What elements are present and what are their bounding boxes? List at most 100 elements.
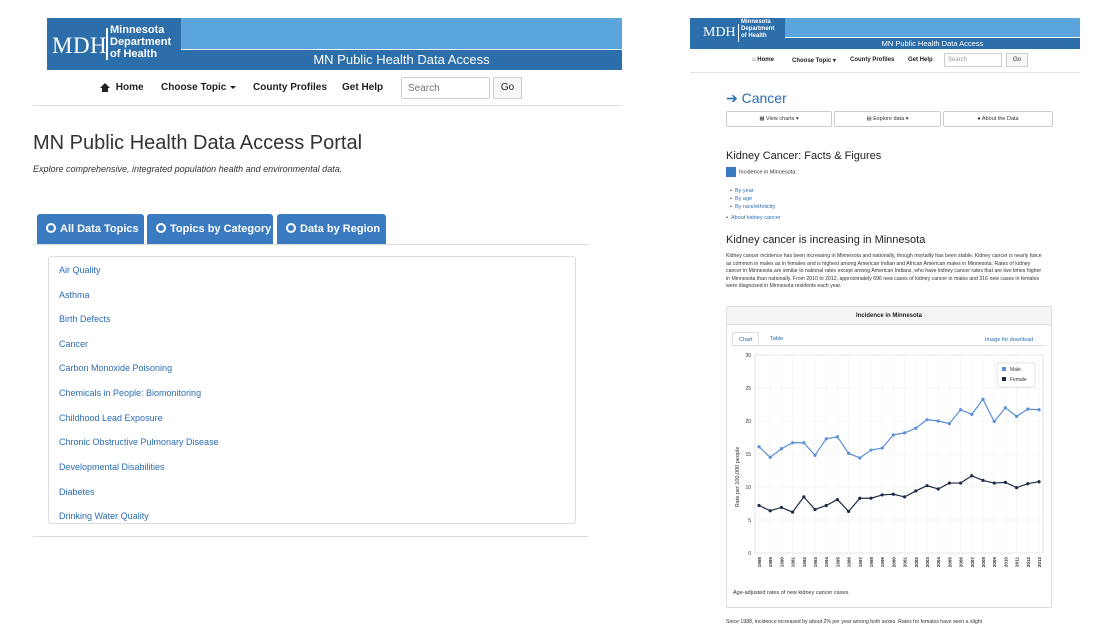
page-heading: ➔ Cancer: [726, 90, 787, 107]
nav-divider: [690, 72, 1080, 73]
data-point-male: [858, 456, 862, 460]
data-point-male: [1037, 408, 1041, 412]
x-tick-label: 1995: [835, 557, 840, 568]
x-tick-label: 2011: [1015, 557, 1020, 567]
nav-county-profiles[interactable]: County Profiles: [850, 57, 894, 63]
incidence-label: Incidence in Minnesota:: [739, 169, 797, 176]
topic-link-cancer[interactable]: Cancer: [59, 339, 88, 349]
tab-divider: [33, 244, 588, 245]
image-download-link[interactable]: Image for download: [985, 337, 1033, 343]
tab-table[interactable]: Table: [770, 332, 783, 346]
mdh-logo-abbr: MDH: [703, 25, 736, 40]
view-charts-button[interactable]: ▦ View charts ▾: [726, 111, 832, 127]
topic-link-carbon-monoxide[interactable]: Carbon Monoxide Poisoning: [59, 363, 172, 373]
logo-divider: [106, 28, 108, 60]
topic-link-air-quality[interactable]: Air Quality: [59, 265, 101, 275]
tab-all-data-topics[interactable]: All Data Topics: [37, 214, 144, 244]
tab-label: Data by Region: [300, 223, 381, 235]
data-point-male: [970, 412, 974, 416]
x-tick-label: 2003: [925, 557, 930, 568]
topic-link-developmental-disabilities[interactable]: Developmental Disabilities: [59, 462, 165, 472]
chart-icon: ▦: [759, 116, 765, 122]
nav-get-help[interactable]: Get Help: [342, 82, 383, 93]
nav-county-profiles[interactable]: County Profiles: [253, 82, 327, 93]
x-tick-label: 2006: [959, 557, 964, 568]
data-point-female: [891, 492, 895, 496]
x-tick-label: 2013: [1037, 557, 1042, 568]
mdh-logo-dept: Minnesota Department of Health: [110, 24, 172, 60]
data-point-male: [1015, 414, 1019, 418]
data-point-male: [1003, 406, 1007, 410]
data-point-female: [768, 509, 772, 513]
y-axis-label: Rate per 100,000 people: [735, 447, 741, 508]
tab-data-by-region[interactable]: Data by Region: [277, 214, 386, 244]
topic-link-asthma[interactable]: Asthma: [59, 290, 90, 300]
data-point-male: [869, 448, 873, 452]
data-point-female: [779, 505, 783, 510]
arrow-right-icon: ➔: [726, 90, 738, 106]
search-input[interactable]: Search: [944, 53, 1002, 67]
nav-choose-topic[interactable]: Choose Topic: [161, 82, 237, 93]
go-button[interactable]: Go: [1006, 53, 1028, 67]
data-point-female: [869, 496, 873, 500]
tab-topics-by-category[interactable]: Topics by Category: [147, 214, 273, 244]
data-point-male: [813, 453, 817, 457]
data-point-female: [914, 489, 918, 493]
chart-legend: Male Female: [996, 362, 1036, 388]
search-input[interactable]: [401, 77, 490, 99]
go-button[interactable]: Go: [493, 77, 522, 99]
topic-link-biomonitoring[interactable]: Chemicals in People: Biomonitoring: [59, 388, 201, 398]
link-by-age[interactable]: By age: [730, 195, 781, 203]
incidence-row: Incidence in Minnesota:: [726, 167, 797, 177]
y-tick-label: 10: [745, 485, 751, 491]
topic-link-drinking-water[interactable]: Drinking Water Quality: [59, 511, 149, 521]
x-tick-label: 1990: [779, 557, 784, 568]
data-point-female: [813, 507, 817, 512]
x-tick-label: 1998: [869, 557, 874, 568]
data-point-male: [835, 435, 839, 439]
data-point-female: [903, 495, 907, 499]
nav-choose-topic[interactable]: Choose Topic ▾: [792, 57, 836, 64]
link-about-kidney-cancer[interactable]: About kidney cancer: [726, 214, 781, 222]
legend-label: Male: [1010, 367, 1021, 373]
chart-tab-divider: [732, 345, 1046, 346]
data-point-female: [1015, 486, 1019, 490]
logo-divider: [738, 24, 739, 42]
data-point-male: [947, 422, 951, 426]
x-tick-label: 2009: [992, 557, 997, 568]
about-data-button[interactable]: ● About the Data: [943, 111, 1053, 127]
data-point-female: [959, 481, 963, 485]
topic-link-diabetes[interactable]: Diabetes: [59, 487, 95, 497]
button-label: About the Data: [981, 116, 1019, 122]
data-point-male: [981, 397, 985, 401]
data-point-female: [1026, 482, 1030, 486]
page-heading-label: Cancer: [741, 90, 787, 106]
data-point-male: [757, 445, 761, 449]
caret-down-icon: ▾: [832, 58, 836, 64]
data-point-male: [903, 431, 907, 435]
x-tick-label: 1994: [824, 557, 829, 568]
mdh-logo-dept: Minnesota Department of Health: [741, 19, 775, 39]
nav-home[interactable]: ⌂ Home: [752, 57, 774, 63]
data-point-male: [925, 418, 929, 422]
data-point-female: [936, 487, 940, 491]
tab-chart[interactable]: Chart: [732, 332, 760, 346]
tab-label: Topics by Category: [170, 223, 272, 235]
x-tick-label: 2007: [970, 557, 975, 568]
x-tick-label: 2002: [914, 557, 919, 568]
nav-choose-topic-label: Choose Topic: [161, 82, 227, 93]
legend-label: Female: [1010, 377, 1027, 383]
legend-swatch: [1002, 377, 1006, 381]
topic-link-birth-defects[interactable]: Birth Defects: [59, 314, 111, 324]
nav-home[interactable]: Home: [100, 82, 144, 93]
data-point-male: [1026, 407, 1030, 411]
topic-link-copd[interactable]: Chronic Obstructive Pulmonary Disease: [59, 437, 219, 447]
y-tick-label: 5: [748, 518, 751, 524]
button-label: View charts: [766, 116, 795, 122]
link-by-race[interactable]: By race/ethnicity: [730, 203, 781, 211]
explore-data-button[interactable]: ▤ Explore data ▾: [834, 111, 941, 127]
topic-link-childhood-lead[interactable]: Childhood Lead Exposure: [59, 413, 163, 423]
data-point-female: [858, 496, 862, 500]
link-by-year[interactable]: By year: [730, 187, 781, 195]
nav-get-help[interactable]: Get Help: [908, 57, 933, 63]
